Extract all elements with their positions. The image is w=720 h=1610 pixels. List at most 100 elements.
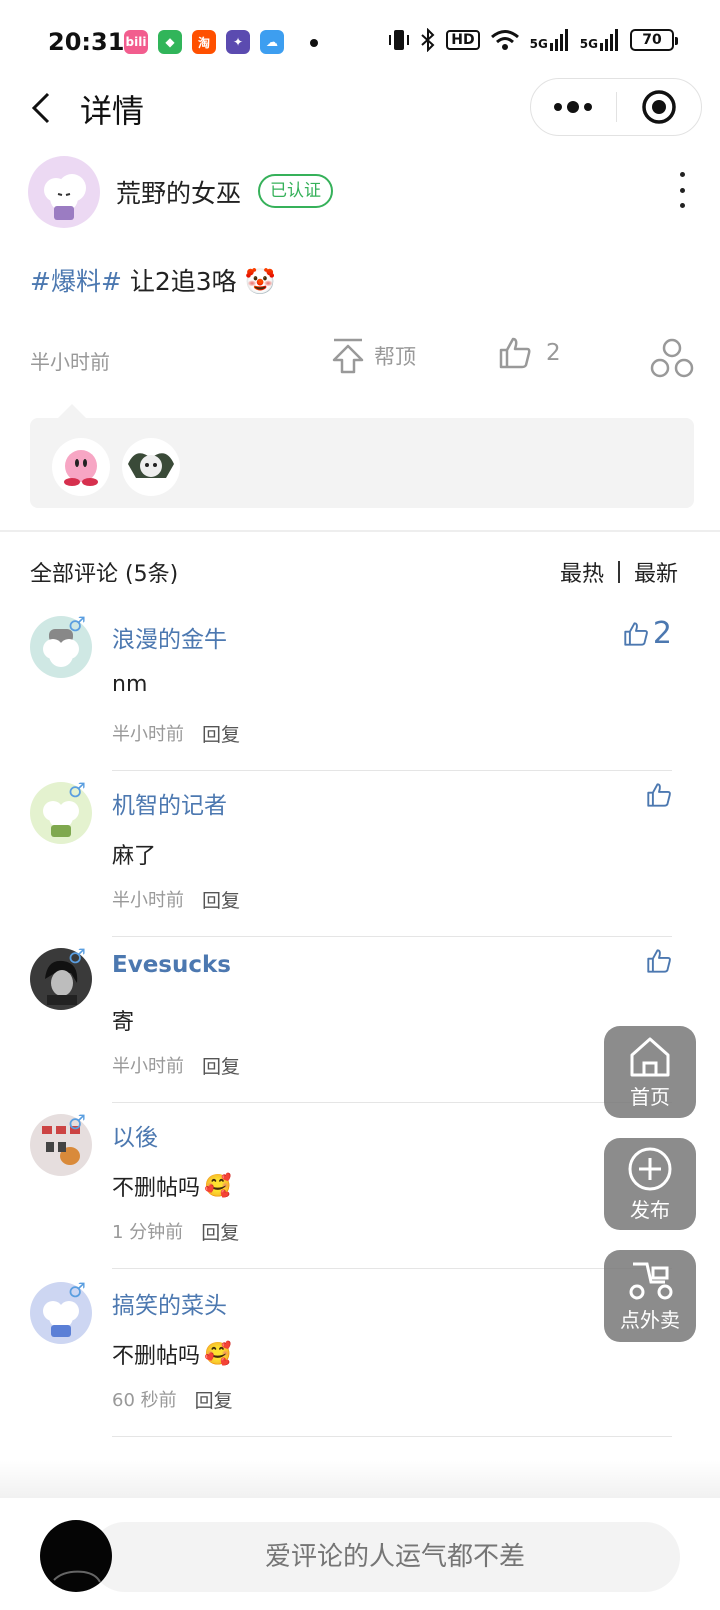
thumbs-up-icon bbox=[647, 783, 671, 807]
bluetooth-icon bbox=[421, 28, 435, 52]
comment-time: 1 分钟前 bbox=[112, 1222, 184, 1243]
comment-divider bbox=[112, 770, 672, 771]
weather-icon: ☁ bbox=[260, 30, 284, 54]
miniprogram-capsule bbox=[530, 78, 702, 136]
comment-like-button[interactable] bbox=[646, 948, 672, 974]
takeout-fab-button[interactable]: 点外卖 bbox=[604, 1250, 696, 1342]
likers-panel bbox=[30, 404, 694, 508]
takeout-fab-label: 点外卖 bbox=[620, 1307, 680, 1332]
reply-button[interactable]: 回复 bbox=[202, 886, 240, 913]
dot-icon bbox=[567, 101, 580, 113]
thumbs-up-icon bbox=[647, 949, 671, 973]
smiling-heart-emoji: 🥰 bbox=[204, 1173, 232, 1199]
status-bar: 20:31 bili ◆ 淘 ✦ ☁ HD 5G 5G 70 bbox=[0, 0, 720, 84]
comment-input-bar bbox=[0, 1498, 720, 1610]
comments-header: 全部评论 (5条) 最热 最新 bbox=[30, 556, 678, 592]
more-options-button[interactable] bbox=[531, 78, 616, 136]
comment-item: ♂ 搞笑的菜头 不删帖吗 🥰 60 秒前 回复 bbox=[30, 1278, 672, 1452]
battery-icon: 70 bbox=[630, 29, 678, 51]
author-name[interactable]: 荒野的女巫 bbox=[116, 174, 241, 210]
comment-time: 60 秒前 bbox=[112, 1390, 177, 1411]
comment-sort: 最热 最新 bbox=[560, 556, 678, 588]
dot-icon bbox=[679, 172, 685, 177]
home-fab-button[interactable]: 首页 bbox=[604, 1026, 696, 1118]
comment-text: 不删帖吗 bbox=[112, 1344, 201, 1369]
commenter-name[interactable]: 机智的记者 bbox=[112, 786, 227, 820]
comment-divider bbox=[112, 1268, 672, 1269]
sort-new-tab[interactable]: 最新 bbox=[634, 556, 678, 588]
post-like-count: 2 bbox=[546, 340, 561, 366]
reply-button[interactable]: 回复 bbox=[202, 1052, 240, 1079]
vibrate-icon bbox=[389, 30, 410, 50]
publish-fab-label: 发布 bbox=[630, 1197, 670, 1222]
status-indicators: HD 5G 5G 70 bbox=[388, 28, 678, 52]
publish-fab-button[interactable]: 发布 bbox=[604, 1138, 696, 1230]
comment-like-button[interactable] bbox=[646, 782, 672, 808]
commenter-name[interactable]: 以後 bbox=[112, 1118, 158, 1152]
comment-meta: 半小时前 回复 bbox=[112, 886, 240, 913]
thumbs-up-icon bbox=[624, 621, 648, 646]
gender-male-icon: ♂ bbox=[68, 612, 86, 636]
comment-text: 寄 bbox=[112, 1010, 135, 1035]
home-icon bbox=[630, 1037, 670, 1076]
comment-like-count: 2 bbox=[652, 616, 672, 651]
close-miniprogram-button[interactable] bbox=[617, 78, 702, 136]
boost-label: 帮顶 bbox=[374, 345, 416, 369]
author-avatar[interactable] bbox=[28, 156, 100, 228]
commenter-name[interactable]: Evesucks bbox=[112, 952, 231, 978]
liker-avatar[interactable] bbox=[122, 438, 180, 496]
comment-time: 半小时前 bbox=[112, 724, 184, 745]
comment-text: 不删帖吗 bbox=[112, 1176, 201, 1201]
signal-bars-icon bbox=[549, 29, 568, 51]
comment-meta: 半小时前 回复 bbox=[112, 720, 240, 747]
smiling-heart-emoji: 🥰 bbox=[204, 1341, 232, 1367]
hd-badge: HD bbox=[446, 30, 480, 50]
sort-hot-tab[interactable]: 最热 bbox=[560, 556, 604, 588]
comment-text-row: 不删帖吗 🥰 bbox=[112, 1338, 231, 1370]
security-icon: ◆ bbox=[158, 30, 182, 54]
reply-button[interactable]: 回复 bbox=[195, 1386, 233, 1413]
post-menu-button[interactable] bbox=[672, 170, 692, 210]
commenter-name[interactable]: 浪漫的金牛 bbox=[112, 620, 227, 654]
wifi-icon bbox=[490, 30, 519, 50]
post-meta: 半小时前 帮顶 2 bbox=[30, 336, 694, 386]
post-like-button[interactable]: 2 bbox=[498, 336, 561, 370]
gender-male-icon: ♂ bbox=[68, 1110, 86, 1134]
dot-icon bbox=[554, 103, 563, 111]
comment-item: ♂ 浪漫的金牛 nm 半小时前 回复 2 bbox=[30, 612, 672, 786]
comment-divider bbox=[112, 1436, 672, 1437]
dot-icon bbox=[679, 187, 685, 193]
comment-input[interactable] bbox=[90, 1522, 680, 1592]
thumbs-up-icon bbox=[499, 337, 531, 369]
comment-meta: 半小时前 回复 bbox=[112, 1052, 240, 1079]
commenter-name[interactable]: 搞笑的菜头 bbox=[112, 1286, 227, 1320]
signal-2: 5G bbox=[580, 29, 620, 51]
my-avatar[interactable] bbox=[40, 1520, 112, 1592]
comment-text: nm bbox=[112, 672, 148, 697]
reply-button[interactable]: 回复 bbox=[202, 720, 240, 747]
target-icon bbox=[642, 90, 676, 124]
liker-avatar[interactable] bbox=[52, 438, 110, 496]
section-divider bbox=[0, 530, 720, 532]
comment-divider bbox=[112, 936, 672, 937]
nav-bar: 详情 bbox=[0, 78, 720, 138]
game-icon: ✦ bbox=[226, 30, 250, 54]
comment-text-row: 不删帖吗 🥰 bbox=[112, 1170, 231, 1202]
boost-button[interactable]: 帮顶 bbox=[330, 336, 416, 376]
page-title: 详情 bbox=[80, 92, 145, 130]
post-content: #爆料# 让2追3咯 🤡 bbox=[30, 262, 276, 298]
comment-text: 麻了 bbox=[112, 844, 157, 869]
verified-badge: 已认证 bbox=[258, 174, 333, 208]
reply-button[interactable]: 回复 bbox=[201, 1218, 239, 1245]
comment-like-button[interactable]: 2 bbox=[623, 616, 672, 651]
bilibili-icon: bili bbox=[124, 30, 148, 54]
back-arrow-icon[interactable] bbox=[28, 90, 58, 126]
signal-1: 5G bbox=[530, 29, 570, 51]
pink-blob-avatar-icon bbox=[64, 450, 98, 486]
post-hashtag[interactable]: #爆料# bbox=[30, 267, 122, 296]
gender-male-icon: ♂ bbox=[68, 944, 86, 968]
gender-male-icon: ♂ bbox=[68, 778, 86, 802]
home-fab-label: 首页 bbox=[630, 1084, 670, 1109]
comment-meta: 1 分钟前 回复 bbox=[112, 1218, 239, 1245]
share-icon[interactable] bbox=[650, 336, 694, 380]
